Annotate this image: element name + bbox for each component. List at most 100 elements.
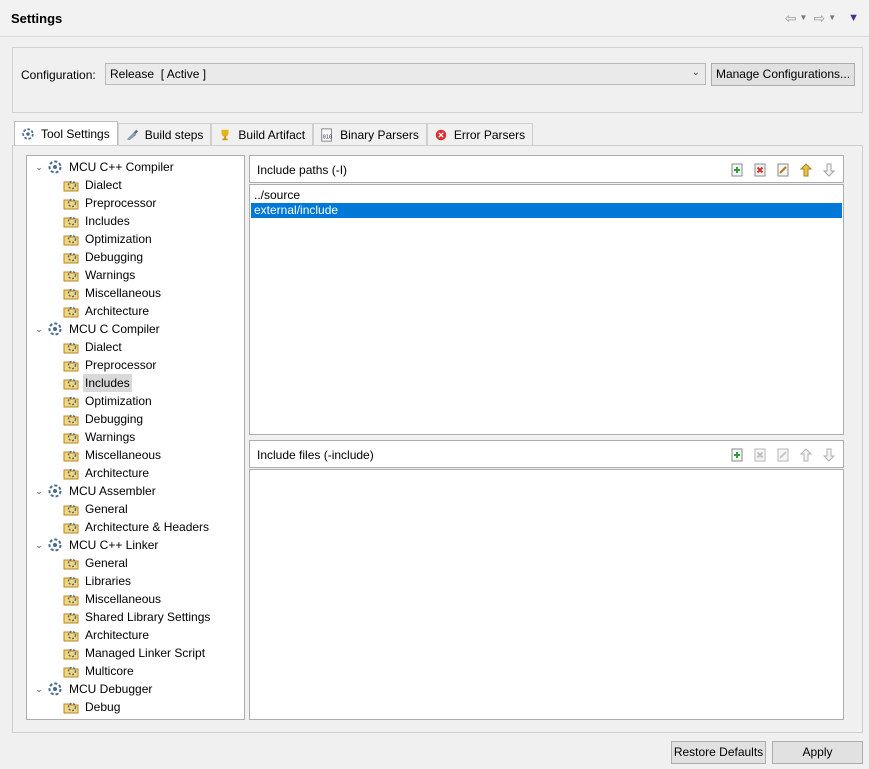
tree-node-tool[interactable]: ⌄ MCU Assembler bbox=[33, 482, 158, 500]
expand-chevron-icon[interactable]: ⌄ bbox=[33, 158, 45, 176]
tab-binary-parsers[interactable]: 010 Binary Parsers bbox=[313, 123, 427, 145]
tab-tool-settings[interactable]: Tool Settings bbox=[14, 121, 118, 145]
tree-node-option[interactable]: Shared Library Settings bbox=[61, 608, 212, 626]
list-item[interactable]: ../source bbox=[251, 188, 842, 203]
add-icon[interactable] bbox=[729, 162, 745, 178]
move-up-icon[interactable] bbox=[798, 447, 814, 463]
apply-button[interactable]: Apply bbox=[772, 741, 863, 764]
move-up-icon[interactable] bbox=[798, 162, 814, 178]
option-folder-icon bbox=[63, 645, 79, 661]
tab-build-steps[interactable]: Build steps bbox=[117, 123, 212, 145]
edit-icon[interactable] bbox=[775, 162, 791, 178]
tree-node-option[interactable]: General bbox=[61, 500, 130, 518]
option-folder-icon bbox=[63, 303, 79, 319]
tree-node-label: MCU Assembler bbox=[69, 484, 156, 498]
tree-node-label: Includes bbox=[83, 374, 132, 392]
tree-node-tool[interactable]: ⌄ MCU Debugger bbox=[33, 680, 154, 698]
tree-node-option[interactable]: Miscellaneous bbox=[61, 446, 163, 464]
tree-node-option[interactable]: Architecture & Headers bbox=[61, 518, 211, 536]
tree-node-label: Optimization bbox=[85, 394, 152, 408]
tree-node-label: Miscellaneous bbox=[85, 448, 162, 462]
tree-node-label: Architecture bbox=[85, 628, 150, 642]
option-folder-icon bbox=[63, 573, 79, 589]
tree-node-label: Shared Library Settings bbox=[85, 610, 211, 624]
tree-node-label: Warnings bbox=[85, 430, 136, 444]
tree-node-label: Dialect bbox=[85, 340, 122, 354]
list-item-selected[interactable]: external/include bbox=[251, 203, 842, 218]
tree-node-tool[interactable]: ⌄ MCU C Compiler bbox=[33, 320, 162, 338]
tree-node-option[interactable]: Preprocessor bbox=[61, 356, 158, 374]
tree-node-option[interactable]: General bbox=[61, 554, 130, 572]
restore-defaults-button[interactable]: Restore Defaults bbox=[671, 741, 766, 764]
expand-chevron-icon[interactable]: ⌄ bbox=[33, 320, 45, 338]
add-icon[interactable] bbox=[729, 447, 745, 463]
option-folder-icon bbox=[63, 375, 79, 391]
tab-label: Binary Parsers bbox=[340, 127, 419, 142]
option-folder-icon bbox=[63, 285, 79, 301]
tree-node-option[interactable]: Miscellaneous bbox=[61, 590, 163, 608]
tree-node-tool[interactable]: ⌄ MCU C++ Linker bbox=[33, 536, 160, 554]
tree-node-option[interactable]: Miscellaneous bbox=[61, 284, 163, 302]
forward-dropdown-icon[interactable]: ▼ bbox=[828, 11, 836, 25]
tree-node-option[interactable]: Debugging bbox=[61, 248, 145, 266]
back-dropdown-icon[interactable]: ▼ bbox=[800, 11, 808, 25]
include-files-list[interactable] bbox=[249, 469, 844, 720]
option-folder-icon bbox=[63, 429, 79, 445]
tree-node-option[interactable]: Architecture bbox=[61, 464, 151, 482]
tree-node-tool[interactable]: ⌄ MCU C++ Compiler bbox=[33, 158, 176, 176]
tree-node-option[interactable]: Includes bbox=[61, 212, 132, 230]
navigation-toolbar: ⇦ ▼ ⇨ ▼ ▼ bbox=[785, 10, 859, 26]
move-down-icon[interactable] bbox=[821, 447, 837, 463]
move-down-icon[interactable] bbox=[821, 162, 837, 178]
configuration-label: Configuration: bbox=[21, 68, 96, 82]
configuration-select[interactable]: Release [ Active ] ⌄ bbox=[105, 63, 706, 85]
manage-configurations-button[interactable]: Manage Configurations... bbox=[711, 63, 855, 86]
back-arrow-icon[interactable]: ⇦ bbox=[785, 11, 797, 25]
forward-arrow-icon[interactable]: ⇨ bbox=[813, 11, 825, 25]
expand-chevron-icon[interactable]: ⌄ bbox=[33, 536, 45, 554]
tree-node-option[interactable]: Architecture bbox=[61, 626, 151, 644]
tree-node-label: General bbox=[85, 502, 128, 516]
tree-node-option[interactable]: Libraries bbox=[61, 572, 133, 590]
tree-node-label: Debugging bbox=[85, 412, 144, 426]
option-folder-icon bbox=[63, 519, 79, 535]
expand-chevron-icon[interactable]: ⌄ bbox=[33, 680, 45, 698]
tree-node-label: General bbox=[85, 556, 128, 570]
tree-node-option[interactable]: Dialect bbox=[61, 338, 124, 356]
tree-node-option[interactable]: Includes bbox=[61, 374, 132, 392]
include-files-title: Include files (-include) bbox=[257, 448, 374, 462]
include-paths-list[interactable]: ../source external/include bbox=[249, 184, 844, 435]
tool-icon bbox=[47, 483, 63, 499]
tree-node-option[interactable]: Managed Linker Script bbox=[61, 644, 207, 662]
expand-chevron-icon[interactable]: ⌄ bbox=[33, 482, 45, 500]
tree-node-label: Preprocessor bbox=[85, 196, 157, 210]
option-folder-icon bbox=[63, 555, 79, 571]
tree-node-label: MCU Debugger bbox=[69, 682, 153, 696]
delete-icon[interactable] bbox=[752, 447, 768, 463]
tree-node-label: MCU C++ Linker bbox=[69, 538, 159, 552]
tree-node-option[interactable]: Dialect bbox=[61, 176, 124, 194]
svg-text:010: 010 bbox=[323, 134, 332, 140]
tree-node-option[interactable]: Debugging bbox=[61, 410, 145, 428]
delete-icon[interactable] bbox=[752, 162, 768, 178]
option-folder-icon bbox=[63, 699, 79, 715]
option-folder-icon bbox=[63, 663, 79, 679]
tree-node-option[interactable]: Warnings bbox=[61, 428, 137, 446]
tab-error-parsers[interactable]: Error Parsers bbox=[426, 123, 534, 145]
tool-icon bbox=[47, 321, 63, 337]
edit-icon[interactable] bbox=[775, 447, 791, 463]
view-menu-icon[interactable]: ▼ bbox=[848, 11, 859, 25]
tree-node-option[interactable]: Debug bbox=[61, 698, 122, 716]
tab-label: Build steps bbox=[144, 127, 204, 142]
build-steps-icon bbox=[126, 129, 138, 140]
tree-node-option[interactable]: Multicore bbox=[61, 662, 136, 680]
tool-icon bbox=[47, 681, 63, 697]
tree-node-option[interactable]: Preprocessor bbox=[61, 194, 158, 212]
tree-node-label: MCU C Compiler bbox=[69, 322, 160, 336]
tab-build-artifact[interactable]: Build Artifact bbox=[211, 123, 314, 145]
tree-node-option[interactable]: Optimization bbox=[61, 392, 154, 410]
tree-node-option[interactable]: Optimization bbox=[61, 230, 154, 248]
tree-node-option[interactable]: Warnings bbox=[61, 266, 137, 284]
settings-tree: ⌄ MCU C++ Compiler Dialect Preprocessor Incl… bbox=[26, 155, 245, 720]
tree-node-option[interactable]: Architecture bbox=[61, 302, 151, 320]
